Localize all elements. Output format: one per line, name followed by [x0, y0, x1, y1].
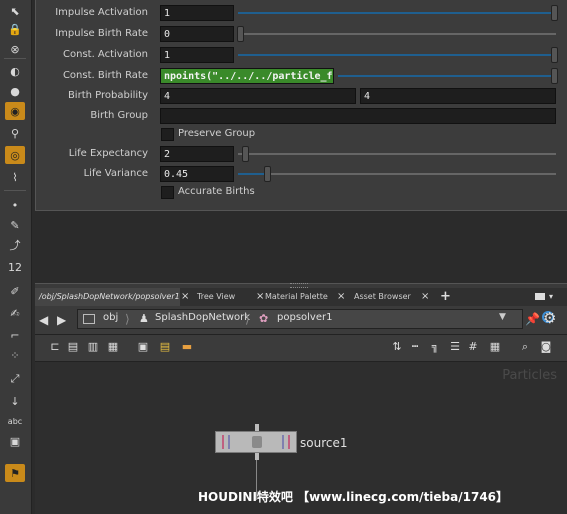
context-label: Particles — [502, 368, 557, 383]
pane-tab-bar: /obj/SplashDopNetwork/popsolver1 × Tree … — [35, 288, 567, 306]
network-box-icon[interactable]: ▬ — [181, 341, 193, 353]
param-label: Impulse Birth Rate — [55, 28, 148, 39]
crumb-popsolver1[interactable]: popsolver1 — [277, 312, 332, 323]
color-palette-icon[interactable]: ▦ — [107, 341, 119, 353]
life-variance-slider[interactable] — [238, 173, 556, 175]
pane-menu-icon[interactable] — [535, 293, 545, 300]
close-tab-icon[interactable]: × — [421, 288, 429, 306]
pin-icon[interactable]: 📌 — [525, 312, 540, 326]
slider-handle[interactable] — [551, 5, 558, 21]
slider-handle[interactable] — [237, 26, 244, 42]
list-view-icon[interactable]: ▤ — [67, 341, 79, 353]
preserve-group-checkbox[interactable] — [161, 128, 174, 141]
path-bar: ◀ ▶ obj ⟩ ♟ SplashDopNetwork ⟩ ✿ popsolv… — [35, 306, 567, 335]
grid-snap-icon[interactable]: # — [467, 341, 479, 353]
node-icon — [252, 436, 262, 448]
camera-icon[interactable]: ◙ — [540, 341, 552, 353]
image-icon[interactable]: ▣ — [5, 432, 25, 450]
impulse-birth-rate-slider[interactable] — [238, 33, 556, 35]
crumb-obj[interactable]: obj — [103, 312, 118, 323]
slider-handle[interactable] — [264, 166, 271, 182]
impulse-birth-rate-field[interactable]: 0 — [160, 26, 234, 42]
life-expectancy-field[interactable]: 2 — [160, 146, 234, 162]
snap-icon[interactable]: ⚲ — [5, 124, 25, 142]
param-label: Birth Group — [90, 110, 148, 121]
tab-material-palette[interactable]: Material Palette — [261, 288, 337, 306]
pin-icon[interactable]: ⚑ — [5, 464, 25, 482]
tab-tree-view[interactable]: Tree View — [193, 288, 255, 306]
life-variance-field[interactable]: 0.45 — [160, 166, 234, 182]
sticky-note-icon[interactable]: ▤ — [159, 341, 171, 353]
param-label: Birth Probability — [67, 90, 148, 101]
corner-icon[interactable]: ⌐ — [5, 326, 25, 344]
transform-icon[interactable]: ⤢ — [5, 370, 25, 388]
accurate-births-label: Accurate Births — [178, 186, 255, 197]
slider-handle[interactable] — [551, 47, 558, 63]
tab-network-view[interactable]: /obj/SplashDopNetwork/popsolver1 — [35, 288, 180, 306]
align-vertical-icon[interactable]: ⇅ — [391, 341, 403, 353]
const-activation-slider[interactable] — [238, 54, 556, 56]
close-tab-icon[interactable]: × — [181, 288, 189, 306]
birth-probability-field-1[interactable]: 4 — [160, 88, 356, 104]
crumb-separator: ⟩ — [245, 312, 250, 326]
close-tab-icon[interactable]: × — [337, 288, 345, 306]
path-dropdown-icon[interactable]: ▼ — [499, 312, 506, 322]
wire-style-icon[interactable]: ╗ — [429, 341, 441, 353]
draw-curve-icon[interactable]: ⤴ — [5, 236, 25, 254]
network-toolbar: ⊏ ▤ ▥ ▦ ▣ ▤ ▬ ⇅ ┅ ╗ ☰ # ▦ ⌕ ◙ — [35, 335, 567, 362]
tab-asset-browser[interactable]: Asset Browser — [350, 288, 420, 306]
move-icon[interactable]: ↓ — [5, 392, 25, 410]
number-display-icon[interactable]: 12 — [5, 258, 25, 276]
param-label: Impulse Activation — [55, 7, 148, 18]
back-arrow-icon[interactable]: ◀ — [39, 313, 48, 327]
layout-icon[interactable]: ☰ — [449, 341, 461, 353]
text-label-icon[interactable]: abc — [5, 412, 25, 430]
search-icon[interactable]: ⌕ — [519, 341, 531, 353]
birth-group-field[interactable] — [160, 108, 556, 124]
crumb-separator: ⟩ — [125, 312, 130, 326]
sculpt-icon[interactable]: ✍ — [5, 304, 25, 322]
const-activation-field[interactable]: 1 — [160, 47, 234, 63]
paint-icon[interactable]: ✐ — [5, 282, 25, 300]
accurate-births-checkbox[interactable] — [161, 186, 174, 199]
node-output-connector[interactable] — [255, 453, 259, 460]
watermark-text: HOUDINI特效吧 【www.linecg.com/tieba/1746】 — [198, 490, 509, 504]
param-label: Const. Birth Rate — [62, 70, 148, 81]
node-input-connector[interactable] — [255, 424, 259, 431]
chevron-down-icon[interactable]: ▾ — [549, 292, 553, 301]
param-label: Const. Activation — [63, 49, 148, 60]
image-view-icon[interactable]: ▣ — [137, 341, 149, 353]
node-name-label: source1 — [300, 436, 348, 450]
grid-points-icon[interactable]: ⁘ — [5, 346, 25, 364]
save-icon[interactable]: ▥ — [87, 341, 99, 353]
param-label: Life Expectancy — [68, 148, 148, 159]
add-tab-button[interactable]: + — [440, 288, 451, 306]
grid-icon[interactable]: ▦ — [489, 341, 501, 353]
tree-layout-icon[interactable]: ⊏ — [49, 341, 61, 353]
const-birth-rate-expression-field[interactable]: npoints("../../../particle_flui — [160, 68, 334, 84]
source-node[interactable] — [215, 431, 297, 453]
crumb-splash-dop-network[interactable]: SplashDopNetwork — [155, 312, 250, 323]
preserve-group-label: Preserve Group — [178, 128, 256, 139]
impulse-activation-slider[interactable] — [238, 12, 556, 14]
param-label: Life Variance — [83, 168, 148, 179]
pen-icon[interactable]: ✎ — [5, 216, 25, 234]
birth-probability-field-2[interactable]: 4 — [360, 88, 556, 104]
parameter-panel: Impulse Activation 1 Impulse Birth Rate … — [35, 0, 567, 211]
impulse-activation-field[interactable]: 1 — [160, 5, 234, 21]
object-icon — [83, 314, 95, 324]
dop-network-icon: ♟ — [139, 312, 149, 325]
slider-handle[interactable] — [242, 146, 249, 162]
slider-handle[interactable] — [551, 68, 558, 84]
forward-arrow-icon[interactable]: ▶ — [57, 313, 66, 327]
dashed-line-icon[interactable]: ┅ — [409, 341, 421, 353]
const-birth-rate-slider[interactable] — [338, 75, 556, 77]
life-expectancy-slider[interactable] — [238, 153, 556, 155]
dot-icon[interactable]: • — [5, 196, 25, 214]
pop-solver-icon: ✿ — [259, 312, 269, 325]
